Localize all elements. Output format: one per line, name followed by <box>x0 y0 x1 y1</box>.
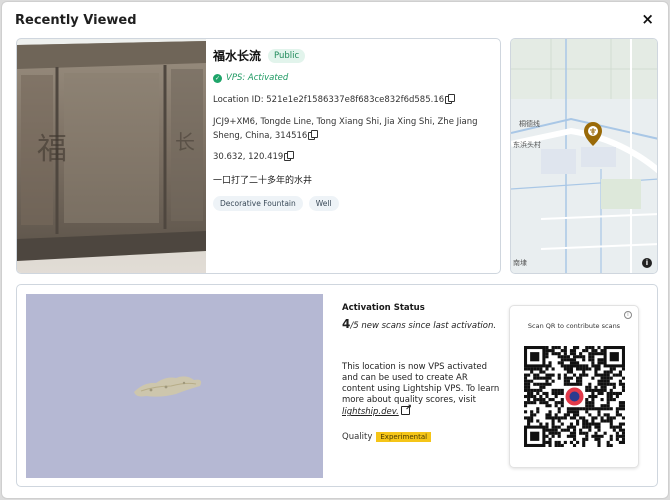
activation-description: This location is now VPS activated and c… <box>342 362 502 418</box>
modal-title: Recently Viewed <box>15 13 137 28</box>
activation-title: Activation Status <box>342 303 425 313</box>
location-map[interactable]: 桐德线 东浜头村 南埭 i <box>510 38 658 274</box>
scan-count-text: /5 new scans since last activation. <box>350 321 497 331</box>
vps-status: ✓ VPS: Activated <box>213 73 498 83</box>
qr-card: i Scan QR to contribute scans <box>509 305 639 468</box>
copy-icon[interactable] <box>308 130 318 140</box>
quality-label: Quality <box>342 432 373 442</box>
scan-preview[interactable] <box>26 294 323 478</box>
tag-chip: Decorative Fountain <box>213 196 303 211</box>
scan-count: 4/5 new scans since last activation. <box>342 317 502 331</box>
coordinates-row: 30.632, 120.419 <box>213 150 498 164</box>
coordinates: 30.632, 120.419 <box>213 152 284 162</box>
location-id-row: Location ID: 521e1e2f1586337e8f683ce832f… <box>213 93 498 107</box>
close-icon[interactable]: × <box>641 10 654 28</box>
qr-caption: Scan QR to contribute scans <box>527 322 621 330</box>
vps-status-text: VPS: Activated <box>226 73 289 83</box>
location-photo: 福 长 <box>17 39 206 273</box>
map-label: 南埭 <box>513 259 527 267</box>
svg-text:长: 长 <box>175 130 195 154</box>
activation-body: This location is now VPS activated and c… <box>342 362 500 405</box>
location-name: 福水长流 <box>213 49 262 63</box>
copy-icon[interactable] <box>445 94 455 104</box>
info-icon[interactable]: i <box>624 311 632 319</box>
address-row: JCJ9+XM6, Tongde Line, Tong Xiang Shi, J… <box>213 115 498 143</box>
tag-list: Decorative Fountain Well <box>213 196 498 211</box>
location-description: 一口打了二十多年的水井 <box>213 176 313 186</box>
qr-code <box>524 346 625 447</box>
recently-viewed-modal: Recently Viewed × 福 长 福水长流 Public ✓ VPS:… <box>1 1 669 499</box>
quality-row: Quality Experimental <box>342 432 432 442</box>
address-line-2: Sheng, China, 314516 <box>213 131 308 141</box>
activation-status: Activation Status 4/5 new scans since la… <box>342 303 502 418</box>
tag-chip: Well <box>308 196 339 211</box>
map-label: 桐德线 <box>519 120 540 128</box>
location-id: Location ID: 521e1e2f1586337e8f683ce832f… <box>213 95 445 105</box>
check-circle-icon: ✓ <box>213 73 222 83</box>
map-label: 东浜头村 <box>513 141 541 149</box>
copy-icon[interactable] <box>284 151 294 161</box>
external-link-icon[interactable] <box>400 402 412 415</box>
location-info: 福水长流 Public ✓ VPS: Activated Location ID… <box>213 47 498 211</box>
quality-badge: Experimental <box>376 432 432 442</box>
lightship-link[interactable]: lightship.dev. <box>342 407 399 417</box>
public-badge: Public <box>268 48 306 63</box>
stone-carving-character: 福 <box>37 132 67 167</box>
map-info-icon[interactable]: i <box>642 258 652 268</box>
address-line-1: JCJ9+XM6, Tongde Line, Tong Xiang Shi, J… <box>213 117 478 127</box>
activation-card: Activation Status 4/5 new scans since la… <box>16 284 658 487</box>
location-card[interactable]: 福 长 福水长流 Public ✓ VPS: Activated Locatio… <box>16 38 501 274</box>
